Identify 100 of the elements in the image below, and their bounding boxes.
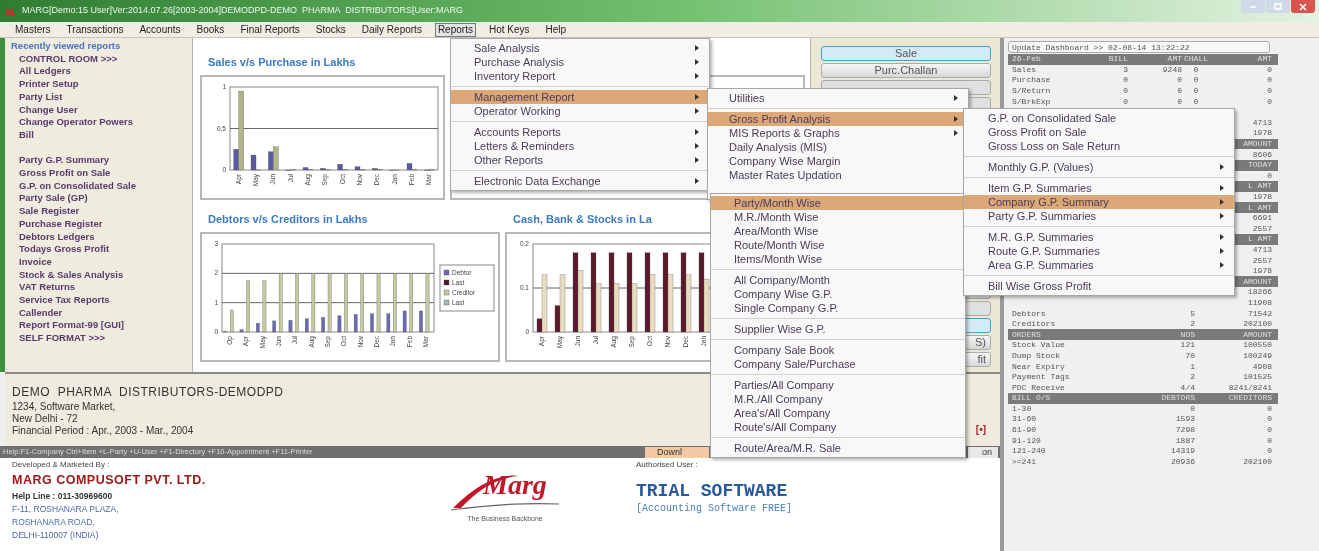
table-cell-text: >=241 [1012,456,1037,467]
table-cell-text: 0 [1266,403,1272,414]
menu-item[interactable]: Party/Month Wise [711,196,965,210]
menu-item[interactable]: Masters [12,22,54,37]
column-header: TODAY [1247,160,1272,171]
chart-title: Cash, Bank & Stocks in La [512,212,652,227]
table-cell-text: 0 [1192,64,1200,75]
sidebar-link[interactable]: CONTROL ROOM >>> [11,52,118,66]
table-cell-text: 0 [1176,96,1182,107]
caption: Authorised User : [636,459,699,471]
menu-item[interactable]: Accounts [136,22,184,37]
sidebar-link[interactable]: Callender [11,306,63,320]
sidebar-link[interactable]: Sale Register [11,205,80,218]
menu-item[interactable]: Utilities [708,91,968,105]
menu-item[interactable]: Item G.P. Summaries [964,181,1234,195]
menu-item[interactable]: Area/Month Wise [711,224,965,238]
table-cell-text: 121 [1179,340,1195,351]
menu-item[interactable]: Gross Profit on Sale [964,125,1234,139]
menu-item[interactable]: Final Reports [237,22,303,37]
table-cell-text: 121-240 [1012,446,1047,457]
table-cell-text: 0 [1192,86,1200,97]
table-cell-text: 1887 [1174,435,1195,446]
column-header: NOS [1179,329,1195,340]
menu-item[interactable]: Company G.P. Summary [964,195,1234,209]
toolbar-button[interactable]: Purc.Challan [821,63,991,78]
menu-item[interactable]: Stocks [312,22,349,37]
menu-item[interactable]: Route/Month Wise [711,238,965,252]
sidebar-link[interactable]: Purchase Register [11,217,103,231]
table-cell-text: 0 [1266,446,1272,457]
menu-item[interactable]: All Company/Month [711,273,965,287]
toolbar-button[interactable]: Sale [821,46,991,61]
menu-item[interactable]: Daily Reports [358,22,425,37]
sidebar-link[interactable]: Bill [11,128,34,142]
menu-item[interactable]: Inventory Report [451,69,709,83]
table-cell-text: 0 [1266,435,1272,446]
sidebar-link[interactable]: Party List [11,90,63,104]
sidebar-link[interactable]: G.P. on Consolidated Sale [11,179,136,193]
download-button[interactable]: Downl [645,446,709,458]
menu-item[interactable]: Company Sale Book [711,343,965,357]
menu-item[interactable]: Single Company G.P. [711,301,965,315]
menu-item[interactable]: Monthly G.P. (Values) [964,160,1234,174]
menu-item[interactable]: Letters & Reminders [451,139,709,153]
menu-item[interactable]: Purchase Analysis [451,55,709,69]
column-header: CHALL [1183,54,1209,65]
menu-item[interactable]: Route G.P. Summaries [964,244,1234,258]
menu-item[interactable]: Supplier Wise G.P. [711,322,965,336]
menu-item[interactable]: Accounts Reports [451,125,709,139]
sidebar-link[interactable]: Party Sale (GP) [11,192,88,206]
update-dashboard-button[interactable]: Update Dashboard >> 02-08-14 13:22:22 [1008,41,1270,53]
menu-item[interactable]: M.R. G.P. Summaries [964,230,1234,244]
menu-item[interactable]: Area's/All Company [711,406,965,420]
table-cell-text: 11908 [1247,297,1272,308]
table-cell-text: 1978 [1251,128,1272,139]
menu-item[interactable]: Transactions [63,22,127,37]
table-cell-text: Purchase [1012,75,1052,86]
menu-item[interactable]: Gross Loss on Sale Return [964,139,1234,153]
sidebar-link[interactable]: Gross Profit on Sale [11,167,111,180]
status-marker: [•] [975,422,986,437]
sidebar-link[interactable]: SELF FORMAT >>> [11,332,106,345]
sidebar-link[interactable]: All Ledgers [11,65,71,79]
sidebar-link[interactable]: Stock & Sales Analysis [11,268,124,282]
menu-item[interactable]: Reports [434,22,476,37]
address-line: ROSHANARA ROAD, [12,515,96,529]
sidebar-link[interactable]: Report Format-99 [GUI] [11,319,125,333]
menu-item[interactable]: Management Report [451,90,709,104]
menu-item[interactable]: Hot Keys [485,22,533,37]
menu-item[interactable]: Books [193,22,228,37]
sidebar-link[interactable]: Change User [11,103,78,117]
menu-item[interactable]: Party G.P. Summaries [964,209,1234,223]
sidebar-link[interactable]: Printer Setup [11,78,79,91]
sidebar-link[interactable]: Invoice [11,255,52,269]
column-header: L AMT [1247,202,1272,213]
menu-item[interactable]: Electronic Data Exchange [451,174,709,188]
menu-item[interactable]: Area G.P. Summaries [964,258,1234,272]
menu-item[interactable]: Company Sale/Purchase [711,357,965,371]
sidebar-link[interactable]: Change Operator Powers [11,116,134,129]
table-cell-text: 8606 [1251,149,1272,160]
menu-item[interactable]: Route/Area/M.R. Sale [711,441,965,455]
table-cell-text: 0 [1189,403,1195,414]
menu-item[interactable]: Help [542,22,570,37]
menu-item[interactable]: Items/Month Wise [711,252,965,266]
menu-item[interactable]: M.R./Month Wise [711,210,965,224]
company-name: DEMO PHARMA DISTRIBUTORS-DEMODPD [12,384,284,401]
sidebar-link[interactable]: Party G.P. Summary [11,154,110,167]
sidebar-link[interactable]: VAT Returns [11,281,76,295]
menu-item[interactable]: Parties/All Company [711,378,965,392]
table-cell-text: Stock Value [1012,340,1066,351]
menu-item[interactable]: Sale Analysis [451,41,709,55]
menu-item[interactable]: Operator Working [451,104,709,118]
menu-item[interactable]: Bill Wise Gross Profit [964,279,1234,293]
menu-item[interactable]: Route's/All Company [711,420,965,434]
sidebar-link[interactable]: Debtors Ledgers [11,230,95,244]
sidebar-link[interactable]: Todays Gross Profit [11,243,110,256]
menu-item[interactable]: M.R./All Company [711,392,965,406]
table-cell-text: 0 [1266,96,1272,107]
table-cell-text: 5 [1189,308,1195,319]
toolbar-button[interactable]: on [968,446,998,458]
sidebar-link[interactable]: Service Tax Reports [11,294,110,307]
menu-item[interactable]: Other Reports [451,153,709,167]
menu-item[interactable]: Company Wise G.P. [711,287,965,301]
